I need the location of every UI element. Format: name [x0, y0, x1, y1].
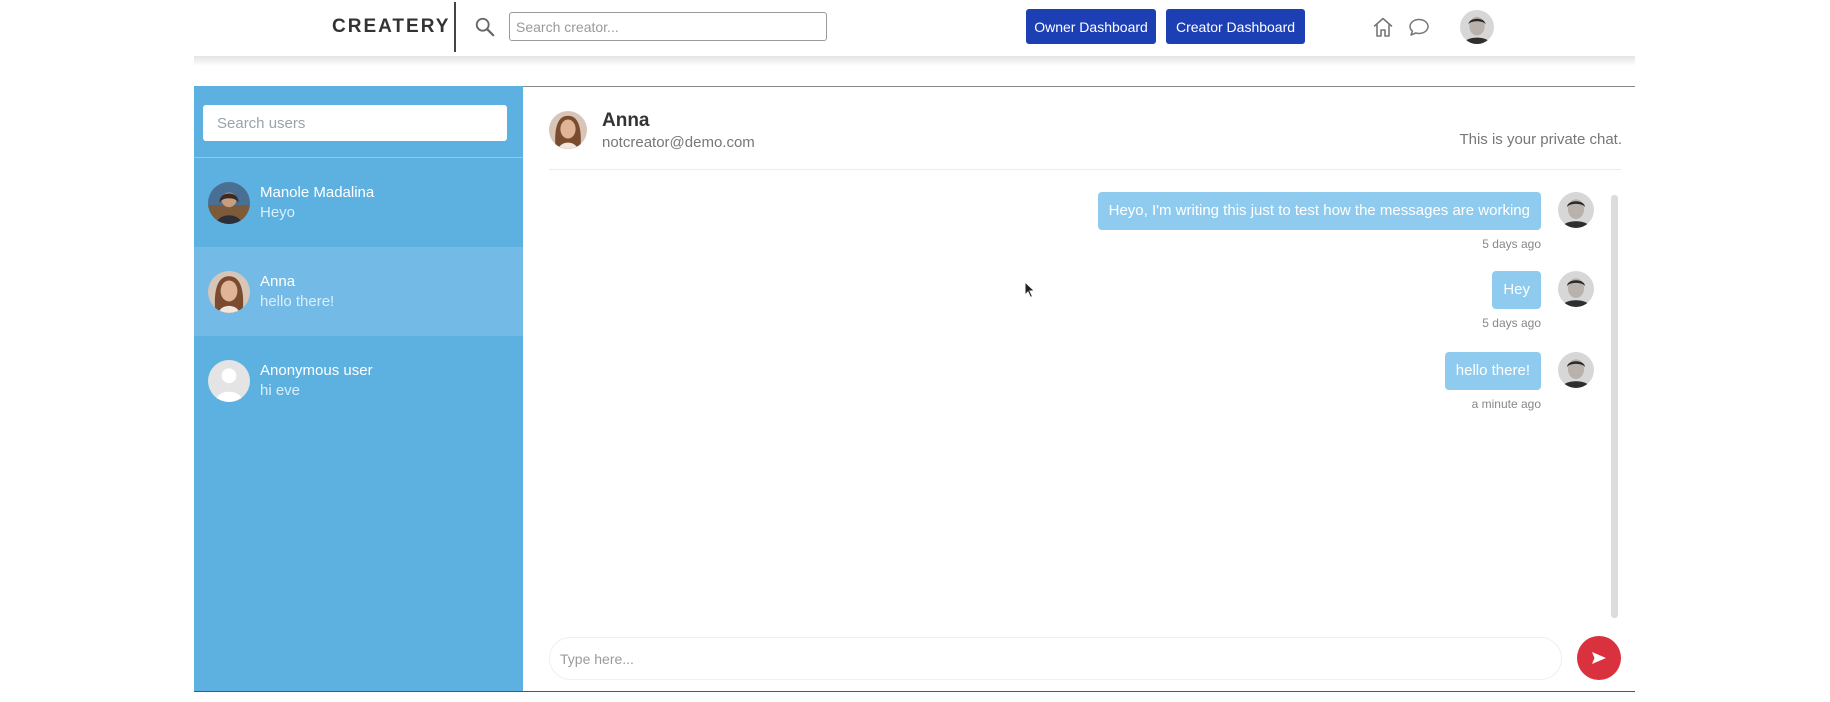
conversation-last-message: hi eve [260, 382, 301, 399]
conversation-item[interactable]: Anonymous user hi eve [194, 336, 523, 425]
conversation-item-active[interactable]: Anna hello there! [194, 247, 523, 336]
conversation-last-message: Heyo [260, 204, 296, 221]
message-bubble: hello there! [1444, 352, 1541, 390]
message-input[interactable] [549, 637, 1562, 680]
avatar [208, 182, 250, 224]
mouse-cursor-icon [1024, 281, 1036, 299]
message-bubble: Hey [1492, 271, 1541, 309]
conversation-name: Anna [260, 273, 296, 290]
sender-avatar [1558, 352, 1594, 388]
chat-contact-name: Anna [602, 110, 650, 131]
conversation-item[interactable]: Manole Madalina Heyo [194, 158, 523, 247]
sender-avatar [1558, 192, 1594, 228]
top-navbar: CREATERY Owner Dashboard Creator Dashboa… [194, 0, 1635, 56]
scrollbar-thumb[interactable] [1611, 195, 1618, 618]
message-timestamp: a minute ago [1471, 397, 1541, 411]
user-avatar[interactable] [1460, 10, 1494, 44]
app-logo[interactable]: CREATERY [332, 16, 450, 38]
chat-bubble-icon[interactable] [1407, 15, 1431, 39]
messages-scrollbar[interactable] [1611, 195, 1618, 618]
creator-dashboard-button[interactable]: Creator Dashboard [1166, 9, 1305, 44]
avatar [208, 271, 250, 313]
send-button[interactable] [1577, 636, 1621, 680]
owner-dashboard-button[interactable]: Owner Dashboard [1026, 9, 1156, 44]
user-search-input[interactable] [203, 105, 507, 141]
send-icon [1592, 652, 1606, 664]
conversations-sidebar: Manole Madalina Heyo Anna hello there! A… [194, 86, 523, 691]
private-chat-note: This is your private chat. [1459, 131, 1622, 148]
message-timestamp: 5 days ago [1482, 237, 1541, 251]
sender-avatar [1558, 271, 1594, 307]
navbar-shadow [194, 56, 1635, 66]
chat-contact-email: notcreator@demo.com [602, 134, 755, 151]
logo-divider [454, 2, 456, 52]
default-avatar-icon [208, 360, 250, 402]
conversation-last-message: hello there! [260, 293, 335, 310]
conversation-name: Manole Madalina [260, 184, 375, 201]
message-timestamp: 5 days ago [1482, 316, 1541, 330]
home-icon[interactable] [1371, 15, 1395, 39]
content-bottom-border [194, 691, 1635, 692]
search-icon[interactable] [474, 16, 496, 38]
creator-search-input[interactable] [509, 12, 827, 41]
contact-avatar [549, 111, 587, 149]
message-bubble: Heyo, I'm writing this just to test how … [1097, 192, 1541, 230]
chat-header-divider [549, 169, 1621, 170]
conversation-name: Anonymous user [260, 362, 373, 379]
